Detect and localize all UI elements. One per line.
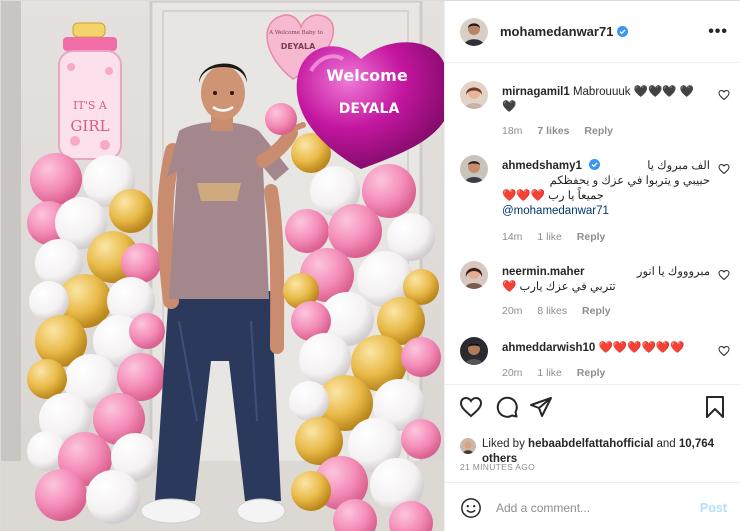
comment-input[interactable] [496,500,700,515]
comment-mention-link[interactable]: @mohamedanwar71 [502,204,710,219]
heart-icon[interactable] [718,269,730,281]
comment-body: ahmeddarwish10 ❤️❤️❤️❤️❤️❤️ [502,341,702,356]
baby-bottle-balloon: IT'S A GIRL [58,22,122,160]
commenter-username[interactable]: ahmedshamy1 [502,160,582,172]
comment-item: neermin.maher مبروووك يا انور تتربي في ع… [460,261,730,321]
post-sidebar: mohamedanwar71 ••• mirnagamil1 Mabrouuuk… [444,1,740,531]
comment-meta: 20m 8 likes Reply [502,305,623,317]
commenter-username[interactable]: mirnagamil1 [502,86,570,98]
reply-button[interactable]: Reply [577,231,606,243]
commenter-avatar[interactable] [460,155,488,183]
comment-text: ❤️❤️❤️❤️❤️❤️ [598,342,685,354]
comment-meta: 18m 7 likes Reply [502,125,625,137]
comment-likes[interactable]: 1 like [537,367,562,379]
liker-username[interactable]: hebaabdelfattahofficial [528,438,653,450]
heart-balloon-line1: Welcome [326,66,408,85]
comment-time[interactable]: 14m [502,231,522,243]
author-username[interactable]: mohamedanwar71 [500,24,613,39]
commenter-username[interactable]: neermin.maher [502,266,584,278]
liker-avatar[interactable] [460,438,476,454]
comment-text-line2: حبيبي و يتربوا في عزك و يحفظكم [549,175,710,187]
post-photo[interactable]: A Welcome Baby to DEYALA IT'S A GIRL Wel… [1,1,444,531]
commenter-avatar[interactable] [460,337,488,365]
heart-icon[interactable] [718,163,730,175]
bookmark-icon[interactable] [703,395,727,419]
comment-time[interactable]: 18m [502,125,522,137]
comment-text-line3: جميعاً يا رب ❤️❤️❤️ [502,190,604,202]
author-avatar[interactable] [460,17,488,46]
comment-item: mirnagamil1 Mabrouuuk 🖤🖤🖤 🖤🖤 18m 7 likes… [460,81,730,141]
comment-likes[interactable]: 1 like [537,231,562,243]
reply-button[interactable]: Reply [584,125,613,137]
commenter-avatar[interactable] [460,81,488,109]
heart-icon[interactable] [718,345,730,357]
instagram-post-window: A Welcome Baby to DEYALA IT'S A GIRL Wel… [0,0,740,531]
comments-list[interactable]: mirnagamil1 Mabrouuuk 🖤🖤🖤 🖤🖤 18m 7 likes… [445,63,740,384]
reply-button[interactable]: Reply [577,367,606,379]
commenter-avatar[interactable] [460,261,488,289]
comment-body: mirnagamil1 Mabrouuuk 🖤🖤🖤 🖤🖤 [502,85,702,115]
comment-meta: 14m 1 like Reply [502,231,617,243]
comment-item: ahmedshamy1 الف مبروك يا حبيبي و يتربوا … [460,155,730,245]
post-timestamp[interactable]: 21 MINUTES AGO [460,462,535,472]
verified-icon [589,159,601,170]
comment-time[interactable]: 20m [502,305,522,317]
comment-meta: 20m 1 like Reply [502,367,617,379]
small-heart-line1: A Welcome Baby to [268,30,323,36]
share-icon[interactable] [529,395,553,419]
heart-balloon-line2: DEYALA [339,101,400,117]
heart-icon[interactable] [459,395,483,419]
emoji-icon[interactable] [460,497,482,519]
comment-body: neermin.maher مبروووك يا انور تتربي في ع… [502,265,710,295]
post-header: mohamedanwar71 ••• [445,1,740,63]
verified-icon [617,26,629,37]
commenter-username[interactable]: ahmeddarwish10 [502,342,595,354]
photo-scene: A Welcome Baby to DEYALA IT'S A GIRL Wel… [1,1,444,531]
heart-icon[interactable] [718,89,730,101]
comment-time[interactable]: 20m [502,367,522,379]
liked-by-and: and [656,438,676,450]
bottle-line2: GIRL [70,117,109,135]
bottle-line1: IT'S A [73,99,108,112]
comment-likes[interactable]: 8 likes [537,305,567,317]
comment-text-line2: تتربي في عزك يارب ❤️ [502,281,616,293]
comment-body: ahmedshamy1 الف مبروك يا حبيبي و يتربوا … [502,159,710,219]
more-icon[interactable]: ••• [708,23,728,41]
comment-icon[interactable] [495,395,519,419]
add-comment-bar: Post [445,482,740,531]
comment-item: ahmeddarwish10 ❤️❤️❤️❤️❤️❤️ 20m 1 like R… [460,337,730,384]
liked-by-prefix: Liked by [482,438,525,450]
comment-likes[interactable]: 7 likes [537,125,569,137]
reply-button[interactable]: Reply [582,305,611,317]
left-balloon-column [27,153,165,524]
post-comment-button[interactable]: Post [700,501,727,515]
small-heart-line2: DEYALA [281,42,316,51]
